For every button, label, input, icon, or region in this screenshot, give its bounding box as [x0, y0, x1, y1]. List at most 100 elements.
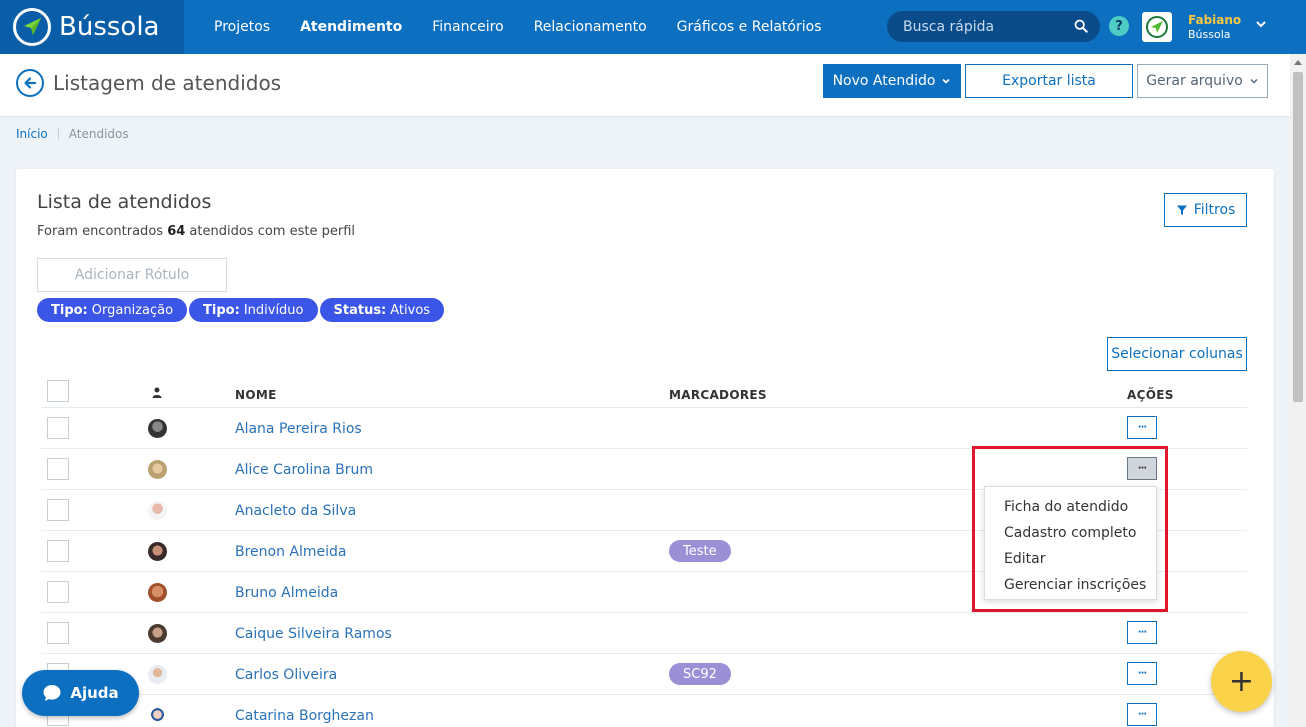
avatar — [148, 665, 167, 684]
avatar — [148, 419, 167, 438]
attendee-name-link[interactable]: Brenon Almeida — [235, 544, 347, 560]
attendee-name-link[interactable]: Carlos Oliveira — [235, 667, 337, 683]
arrow-left-icon — [24, 77, 37, 89]
column-header-actions: AÇÕES — [1127, 388, 1174, 402]
summary-suffix: atendidos com este perfil — [189, 224, 355, 239]
scroll-thumb[interactable] — [1293, 72, 1303, 402]
page-header: Listagem de atendidos Novo Atendido Expo… — [0, 54, 1290, 117]
filter-chip-tipo-individuo[interactable]: Tipo: Indivíduo — [189, 298, 318, 322]
filter-chip-tipo-organizacao[interactable]: Tipo: Organização — [37, 298, 188, 322]
nav-item-projetos[interactable]: Projetos — [214, 19, 270, 35]
new-attendee-label: Novo Atendido — [832, 73, 936, 89]
avatar — [148, 583, 167, 602]
avatar — [148, 624, 167, 643]
search-icon[interactable] — [1074, 19, 1088, 33]
export-list-button[interactable]: Exportar lista — [965, 64, 1133, 98]
page-title: Listagem de atendidos — [53, 71, 282, 95]
column-header-name[interactable]: NOME — [235, 388, 277, 402]
table-row: Alana Pereira Rios ··· — [41, 408, 1247, 449]
attendee-name-link[interactable]: Alana Pereira Rios — [235, 421, 362, 437]
row-checkbox[interactable] — [47, 622, 69, 644]
chip-value: Indivíduo — [243, 302, 304, 318]
back-button[interactable] — [16, 69, 44, 97]
help-chat-label: Ajuda — [70, 684, 119, 702]
result-count: 64 — [167, 224, 186, 239]
row-checkbox[interactable] — [47, 499, 69, 521]
nav-item-financeiro[interactable]: Financeiro — [432, 19, 503, 35]
breadcrumb-divider — [57, 128, 59, 140]
nav-item-atendimento[interactable]: Atendimento — [300, 19, 402, 35]
user-org[interactable]: Bússola — [1188, 28, 1231, 41]
quick-search — [887, 11, 1100, 42]
help-chat-button[interactable]: Ajuda — [22, 670, 139, 716]
chevron-down-icon — [1250, 79, 1258, 84]
row-actions-button[interactable]: ··· — [1127, 703, 1157, 726]
row-actions-button[interactable]: ··· — [1127, 416, 1157, 439]
tag-badge[interactable]: Teste — [669, 540, 731, 562]
row-actions-button[interactable]: ··· — [1127, 621, 1157, 644]
chevron-down-icon — [942, 78, 951, 84]
chip-key: Tipo: — [51, 302, 88, 318]
breadcrumb-current: Atendidos — [68, 127, 129, 141]
highlight-box — [972, 446, 1168, 612]
add-label-button[interactable]: Adicionar Rótulo — [37, 258, 227, 292]
select-all-checkbox[interactable] — [47, 380, 69, 402]
search-input[interactable] — [903, 18, 1063, 35]
column-header-tags: MARCADORES — [669, 388, 767, 402]
help-icon[interactable]: ? — [1109, 16, 1129, 36]
generate-file-label: Gerar arquivo — [1146, 73, 1243, 89]
chip-value: Ativos — [390, 302, 431, 318]
person-icon — [152, 387, 162, 398]
table-row: Caique Silveira Ramos ··· — [41, 613, 1247, 654]
card-title: Lista de atendidos — [37, 191, 212, 213]
table-row: Carlos Oliveira SC92 ··· — [41, 654, 1247, 695]
add-button[interactable]: + — [1211, 651, 1272, 712]
chip-value: Organização — [91, 302, 174, 318]
row-checkbox[interactable] — [47, 540, 69, 562]
user-name[interactable]: Fabiano — [1188, 13, 1241, 27]
avatar — [148, 460, 167, 479]
row-actions-button[interactable]: ··· — [1127, 662, 1157, 685]
tag-badge[interactable]: SC92 — [669, 663, 731, 685]
filter-icon — [1176, 205, 1187, 215]
table-row: Catarina Borghezan ··· — [41, 695, 1247, 727]
table-header: NOME MARCADORES AÇÕES — [41, 374, 1247, 408]
row-checkbox[interactable] — [47, 417, 69, 439]
avatar — [148, 706, 167, 725]
filters-button[interactable]: Filtros — [1164, 193, 1247, 227]
chevron-down-icon[interactable] — [1255, 18, 1267, 30]
user-org-logo[interactable] — [1142, 12, 1172, 42]
avatar — [148, 501, 167, 520]
breadcrumb: Início Atendidos — [16, 127, 129, 141]
chip-key: Status: — [333, 302, 387, 318]
attendee-name-link[interactable]: Catarina Borghezan — [235, 708, 374, 724]
attendee-name-link[interactable]: Caique Silveira Ramos — [235, 626, 392, 642]
scroll-up-icon[interactable] — [1290, 54, 1306, 70]
compass-icon — [1146, 16, 1168, 38]
top-navbar: Bússola Projetos Atendimento Financeiro … — [0, 0, 1306, 54]
row-checkbox[interactable] — [47, 581, 69, 603]
filters-label: Filtros — [1193, 202, 1236, 218]
nav-item-graficos-relatorios[interactable]: Gráficos e Relatórios — [677, 19, 822, 35]
page-scrollbar[interactable] — [1290, 54, 1306, 727]
row-checkbox[interactable] — [47, 458, 69, 480]
chip-key: Tipo: — [203, 302, 240, 318]
result-summary: Foram encontrados 64 atendidos com este … — [37, 224, 355, 239]
filter-chip-status-ativos[interactable]: Status: Ativos — [319, 298, 445, 322]
nav-item-relacionamento[interactable]: Relacionamento — [534, 19, 647, 35]
main-nav: Projetos Atendimento Financeiro Relacion… — [214, 0, 851, 54]
generate-file-button[interactable]: Gerar arquivo — [1137, 64, 1268, 98]
attendee-name-link[interactable]: Bruno Almeida — [235, 585, 338, 601]
new-attendee-button[interactable]: Novo Atendido — [823, 64, 961, 98]
summary-prefix: Foram encontrados — [37, 224, 164, 239]
attendee-name-link[interactable]: Anacleto da Silva — [235, 503, 356, 519]
brand[interactable]: Bússola — [0, 0, 184, 54]
compass-logo-icon — [13, 8, 51, 46]
attendee-name-link[interactable]: Alice Carolina Brum — [235, 462, 373, 478]
active-filters: Tipo: Organização Tipo: Indivíduo Status: A… — [37, 298, 445, 322]
breadcrumb-home[interactable]: Início — [16, 127, 48, 141]
avatar — [148, 542, 167, 561]
brand-name: Bússola — [59, 12, 160, 42]
select-columns-button[interactable]: Selecionar colunas — [1107, 337, 1247, 371]
chat-bubble-icon — [43, 685, 61, 701]
